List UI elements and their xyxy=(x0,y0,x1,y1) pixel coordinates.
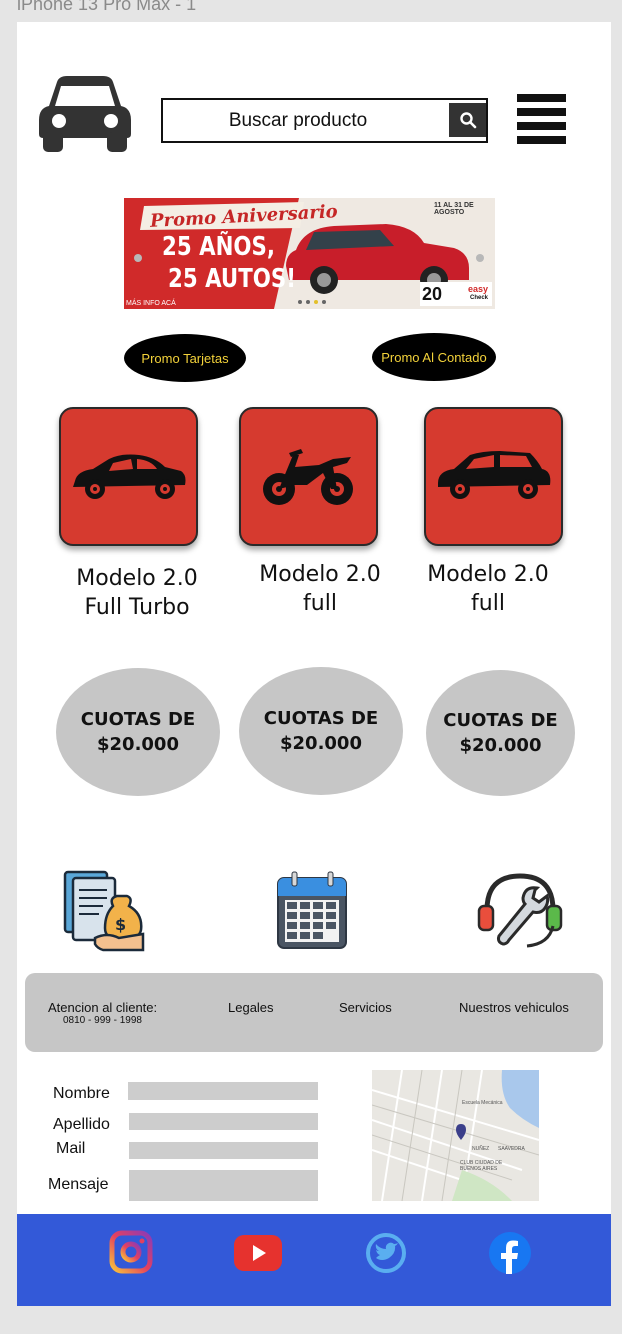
map-label-3: SAAVEDRA xyxy=(498,1146,525,1152)
search-button[interactable] xyxy=(449,103,486,137)
product-3-line2: full xyxy=(471,591,505,616)
product-2-line1: Modelo 2.0 xyxy=(259,562,381,587)
hamburger-menu-icon[interactable] xyxy=(517,94,566,144)
product-label-1: Modelo 2.0 Full Turbo xyxy=(52,564,222,622)
apellido-field[interactable] xyxy=(129,1113,318,1130)
banner-dates: 11 AL 31 DE AGOSTO xyxy=(434,202,474,216)
promo-contado-button[interactable]: Promo Al Contado xyxy=(372,333,496,381)
promo-banner[interactable]: Promo Aniversario 25 AÑOS, 25 AUTOS! 11 … xyxy=(124,198,495,309)
product-label-2: Modelo 2.0 full xyxy=(235,560,405,618)
cuota-2-line1: CUOTAS DE xyxy=(263,708,379,729)
banner-line1: 25 AÑOS, xyxy=(162,232,276,262)
product-tile-motorbike[interactable] xyxy=(239,407,378,546)
location-map[interactable]: Escuela Mecánica NUÑEZ SAAVEDRA CLUB CIU… xyxy=(372,1070,539,1201)
apellido-label: Apellido xyxy=(53,1116,110,1133)
cuota-badge-3[interactable]: CUOTAS DE $20.000 xyxy=(426,670,575,796)
product-1-line1: Modelo 2.0 xyxy=(76,566,198,591)
svg-text:$: $ xyxy=(115,915,126,934)
vehiculos-link[interactable]: Nuestros vehiculos xyxy=(459,1000,569,1015)
map-label-4: CLUB CIUDAD DE BUENOS AIRES xyxy=(460,1160,503,1172)
cuota-2-price: $20.000 xyxy=(280,733,362,754)
mensaje-field[interactable] xyxy=(129,1170,318,1201)
banner-brand-sub: Check xyxy=(470,295,489,301)
search-input[interactable]: Buscar producto xyxy=(163,100,433,141)
banner-footer: MÁS INFO ACÁ xyxy=(126,300,176,307)
car-icon[interactable] xyxy=(39,76,131,152)
product-2-line2: full xyxy=(303,591,337,616)
twitter-icon[interactable] xyxy=(365,1232,407,1274)
map-label-1: Escuela Mecánica xyxy=(462,1100,503,1106)
cuota-3-price: $20.000 xyxy=(459,735,542,756)
nombre-field[interactable] xyxy=(128,1082,318,1100)
info-bar: Atencion al cliente: 0810 - 999 - 1998 L… xyxy=(25,973,603,1052)
cuota-3-line1: CUOTAS DE xyxy=(443,710,558,731)
product-tile-hatchback[interactable] xyxy=(424,407,563,546)
cuota-badge-2[interactable]: CUOTAS DE $20.000 xyxy=(239,667,403,795)
customer-service-link[interactable]: Atencion al cliente: xyxy=(48,1000,157,1015)
mail-label: Mail xyxy=(56,1140,86,1157)
facebook-icon[interactable] xyxy=(489,1232,531,1274)
customer-service-phone: 0810 - 999 - 1998 xyxy=(63,1015,142,1026)
page-artboard: Buscar producto Promo Aniversario 25 AÑO… xyxy=(17,22,611,1306)
cuota-1-price: $20.000 xyxy=(97,734,179,755)
frame-title: iPhone 13 Pro Max - 1 xyxy=(17,0,197,14)
calendar-icon[interactable] xyxy=(275,870,351,950)
product-1-line2: Full Turbo xyxy=(84,595,190,620)
support-wrench-headset-icon[interactable] xyxy=(475,866,565,956)
nombre-label: Nombre xyxy=(53,1085,110,1102)
product-3-line1: Modelo 2.0 xyxy=(427,562,549,587)
youtube-icon[interactable] xyxy=(234,1235,282,1271)
cuota-1-line1: CUOTAS DE xyxy=(80,709,196,730)
social-bar xyxy=(17,1214,611,1306)
product-tile-sedan[interactable] xyxy=(59,407,198,546)
legales-link[interactable]: Legales xyxy=(228,1000,274,1015)
hatchback-car-icon xyxy=(437,450,550,499)
banner-brand: easy xyxy=(468,284,489,294)
financing-documents-icon[interactable]: $ xyxy=(63,868,147,952)
sedan-car-icon xyxy=(72,454,185,499)
search-icon xyxy=(459,112,476,129)
instagram-icon[interactable] xyxy=(109,1230,153,1274)
product-label-3: Modelo 2.0 full xyxy=(403,560,573,618)
search-bar[interactable]: Buscar producto xyxy=(161,98,488,143)
banner-badge: 20 xyxy=(422,284,443,304)
cuota-badge-1[interactable]: CUOTAS DE $20.000 xyxy=(56,668,220,796)
banner-line2: 25 AUTOS! xyxy=(168,264,296,294)
promo-tarjetas-button[interactable]: Promo Tarjetas xyxy=(124,334,246,382)
servicios-link[interactable]: Servicios xyxy=(339,1000,392,1015)
mail-field[interactable] xyxy=(129,1142,318,1159)
dirt-bike-icon xyxy=(262,448,353,505)
map-label-2: NUÑEZ xyxy=(472,1146,490,1152)
mensaje-label: Mensaje xyxy=(48,1176,109,1193)
